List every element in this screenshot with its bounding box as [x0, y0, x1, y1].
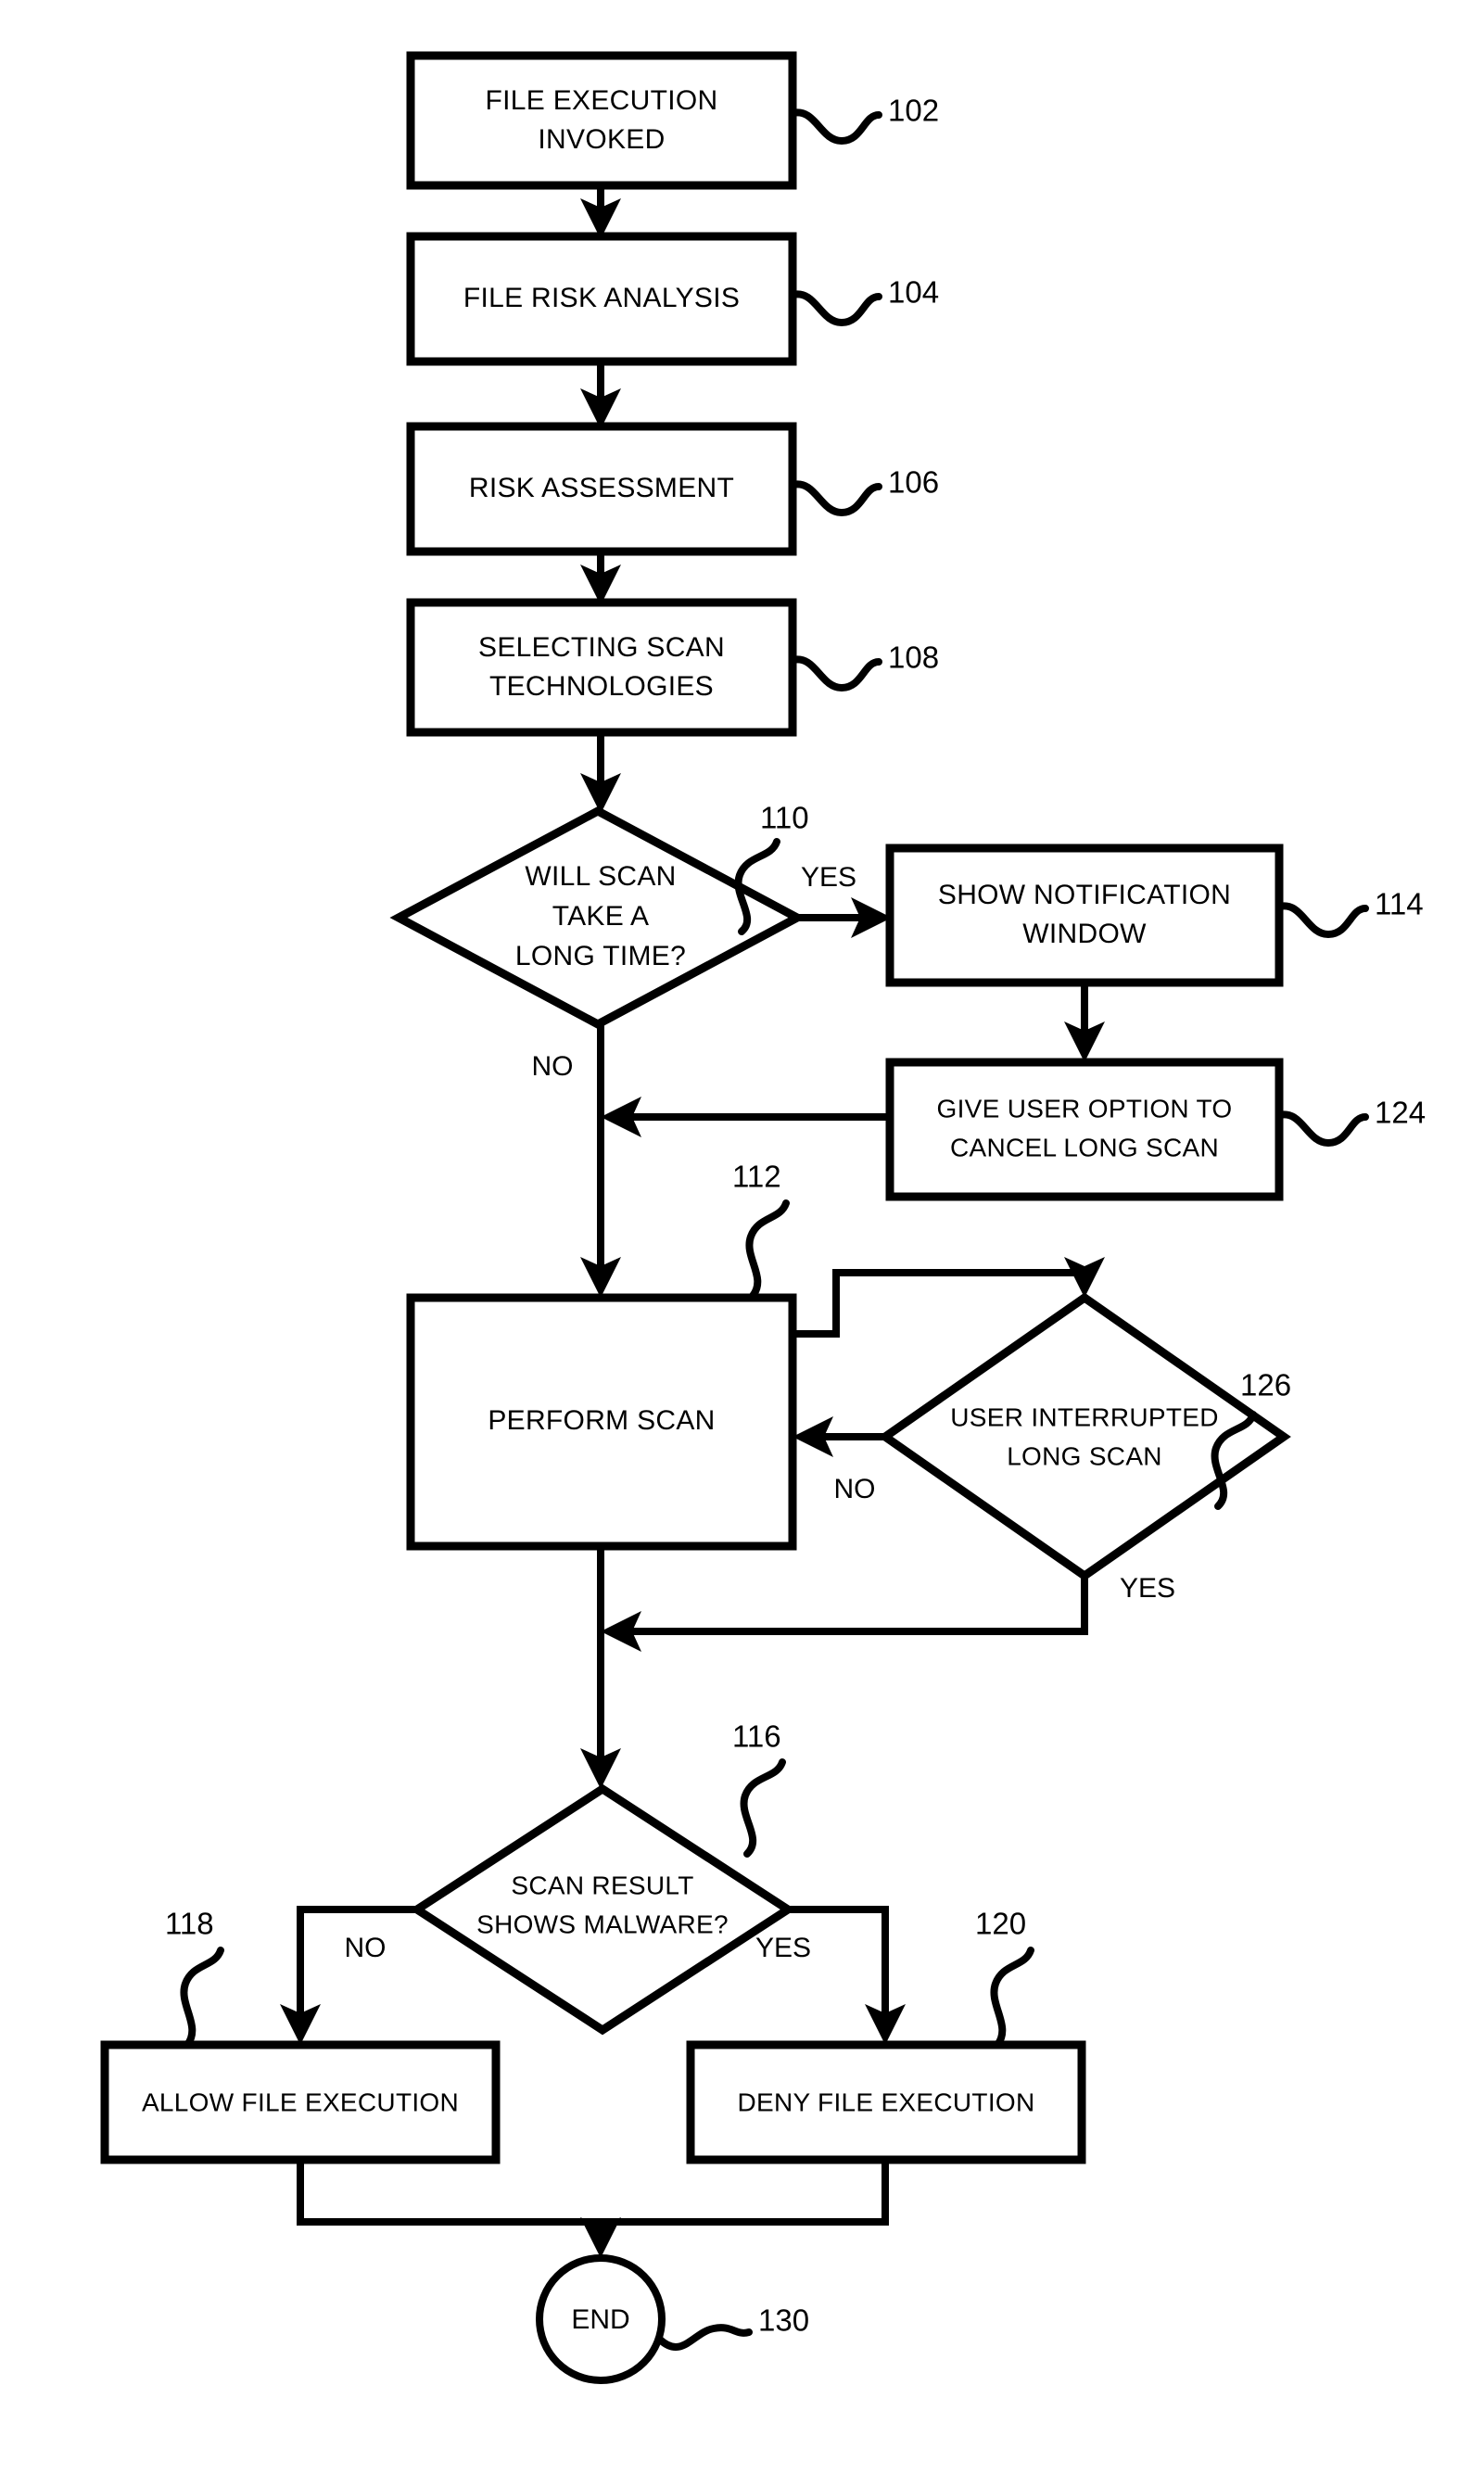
ref-number-116: 116: [732, 1719, 781, 1754]
node-116-line2: SHOWS MALWARE?: [476, 1909, 729, 1938]
edge-118-to-end: [297, 2160, 601, 2226]
edge-110-yes-to-114: [797, 897, 892, 938]
ref-leader-106: 106: [789, 465, 939, 517]
edge-124-to-spine: [601, 1097, 890, 1137]
node-end-terminator[interactable]: END: [536, 2254, 666, 2384]
ref-number-118: 118: [165, 1907, 214, 1941]
edge-merge-to-end: [580, 2217, 621, 2258]
ref-leader-114: 114: [1275, 887, 1424, 939]
node-102-line1: FILE EXECUTION: [486, 85, 718, 116]
node-118-line1: ALLOW FILE EXECUTION: [142, 2087, 459, 2116]
node-116-line1: SCAN RESULT: [511, 1871, 693, 1899]
branch-label-110-no: NO: [532, 1051, 574, 1082]
ref-number-124: 124: [1375, 1096, 1426, 1130]
edge-106-to-108: [580, 552, 621, 605]
node-selecting-scan-technologies[interactable]: SELECTING SCAN TECHNOLOGIES: [406, 598, 797, 737]
edge-116-yes-to-120: [788, 1906, 906, 2045]
ref-leader-116: 116: [732, 1719, 786, 1858]
node-106-line1: RISK ASSESSMENT: [469, 473, 734, 503]
node-124-line1: GIVE USER OPTION TO: [937, 1094, 1233, 1123]
ref-number-114: 114: [1375, 887, 1424, 921]
ref-number-102: 102: [888, 94, 939, 128]
node-give-user-option-to-cancel-long-scan[interactable]: GIVE USER OPTION TO CANCEL LONG SCAN: [885, 1058, 1284, 1201]
node-file-risk-analysis[interactable]: FILE RISK ANALYSIS: [406, 232, 797, 366]
edge-114-to-124: [1064, 983, 1105, 1062]
node-114-line2: WINDOW: [1022, 919, 1147, 949]
edge-110-no-to-112: [580, 1024, 621, 1298]
node-show-notification-window[interactable]: SHOW NOTIFICATION WINDOW: [885, 844, 1284, 987]
node-scan-result-shows-malware[interactable]: SCAN RESULT SHOWS MALWARE?: [409, 1783, 796, 2036]
node-108-line1: SELECTING SCAN: [478, 632, 725, 663]
node-will-scan-take-long-time[interactable]: WILL SCAN TAKE A LONG TIME?: [389, 806, 806, 1030]
node-allow-file-execution[interactable]: ALLOW FILE EXECUTION: [100, 2040, 501, 2164]
ref-number-108: 108: [888, 641, 939, 675]
flowchart-canvas: FILE EXECUTION INVOKED 102 FILE RISK ANA…: [0, 0, 1484, 2474]
node-126-line1: USER INTERRUPTED: [950, 1402, 1219, 1431]
ref-number-120: 120: [975, 1907, 1026, 1941]
ref-number-106: 106: [888, 465, 939, 500]
node-124-line2: CANCEL LONG SCAN: [950, 1133, 1219, 1161]
node-deny-file-execution[interactable]: DENY FILE EXECUTION: [686, 2040, 1086, 2164]
edge-102-to-104: [580, 185, 621, 239]
branch-label-116-yes: YES: [755, 1933, 811, 1963]
ref-leader-104: 104: [789, 275, 939, 327]
ref-leader-102: 102: [789, 94, 939, 146]
ref-leader-130: 130: [656, 2303, 809, 2351]
node-risk-assessment[interactable]: RISK ASSESSMENT: [406, 422, 797, 556]
node-110-line1: WILL SCAN: [525, 861, 676, 892]
ref-leader-112: 112: [732, 1160, 790, 1300]
ref-leader-124: 124: [1275, 1096, 1426, 1148]
ref-number-112: 112: [732, 1160, 781, 1194]
branch-label-126-yes: YES: [1120, 1573, 1175, 1604]
edge-104-to-106: [580, 362, 621, 429]
node-104-line1: FILE RISK ANALYSIS: [463, 283, 740, 313]
ref-number-110: 110: [760, 801, 809, 835]
ref-leader-108: 108: [789, 641, 939, 692]
node-130-label: END: [571, 2304, 629, 2335]
ref-leader-120: 120: [975, 1907, 1034, 2049]
node-102-line2: INVOKED: [538, 124, 665, 155]
edge-126-yes-to-spine: [601, 1576, 1088, 1652]
ref-number-104: 104: [888, 275, 939, 310]
branch-label-110-yes: YES: [801, 862, 856, 893]
edge-120-to-end: [601, 2160, 889, 2226]
ref-number-126: 126: [1240, 1368, 1291, 1402]
branch-label-116-no: NO: [345, 1933, 387, 1963]
node-112-line1: PERFORM SCAN: [488, 1405, 715, 1436]
flowchart-svg: FILE EXECUTION INVOKED 102 FILE RISK ANA…: [100, 51, 1426, 2384]
node-108-line2: TECHNOLOGIES: [489, 671, 714, 702]
branch-label-126-no: NO: [834, 1474, 876, 1504]
edge-108-to-110: [580, 732, 621, 814]
node-120-line1: DENY FILE EXECUTION: [737, 2087, 1034, 2116]
node-126-line2: LONG SCAN: [1007, 1441, 1162, 1470]
node-110-line2: TAKE A: [552, 901, 650, 932]
ref-number-130: 130: [758, 2303, 809, 2338]
node-perform-scan[interactable]: PERFORM SCAN: [406, 1293, 797, 1551]
edge-126-no-to-112: [793, 1416, 885, 1457]
edge-116-no-to-118: [280, 1906, 417, 2045]
edge-112-to-116: [580, 1546, 621, 1789]
ref-leader-118: 118: [165, 1907, 224, 2049]
node-114-line1: SHOW NOTIFICATION: [938, 880, 1231, 910]
node-110-line3: LONG TIME?: [515, 941, 686, 971]
node-file-execution-invoked[interactable]: FILE EXECUTION INVOKED: [406, 51, 797, 190]
